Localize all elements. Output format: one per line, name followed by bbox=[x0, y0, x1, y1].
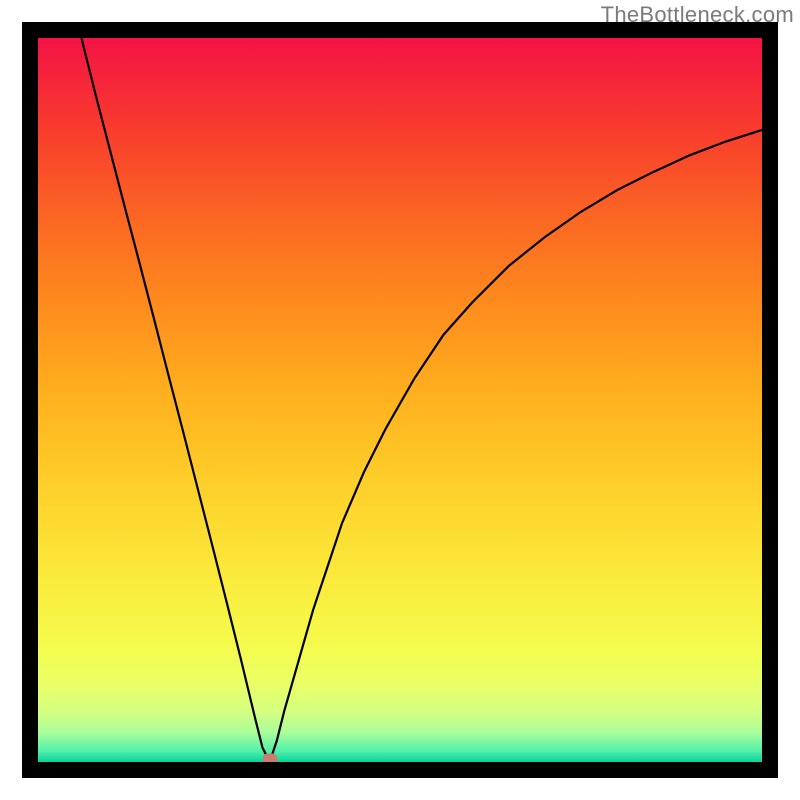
watermark-text: TheBottleneck.com bbox=[601, 2, 794, 28]
minimum-marker-dot bbox=[262, 754, 277, 763]
bottleneck-curve bbox=[38, 38, 762, 762]
chart-root: TheBottleneck.com bbox=[0, 0, 800, 800]
plot-area bbox=[38, 38, 762, 762]
